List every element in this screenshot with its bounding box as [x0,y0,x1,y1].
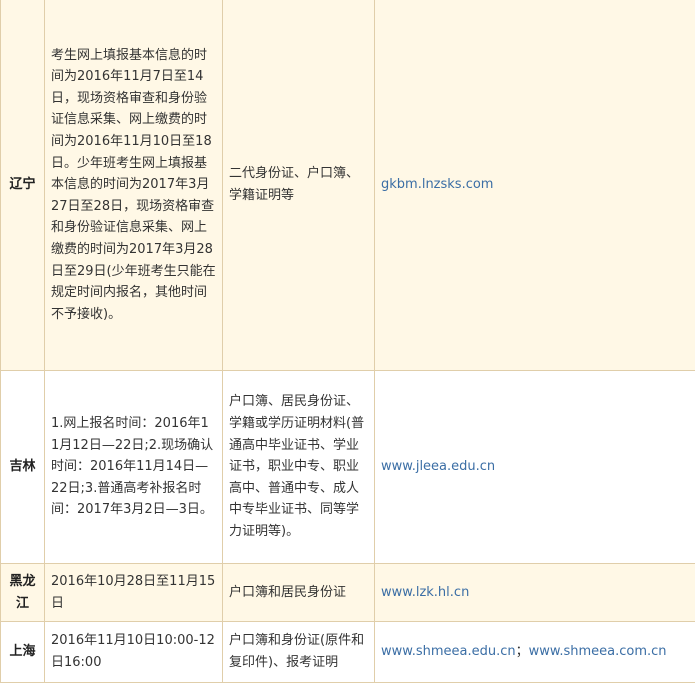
province-cell: 吉林 [0,370,45,564]
website-link[interactable]: www.lzk.hl.cn [381,585,469,600]
registration-time-cell: 2016年10月28日至11月15日 [44,563,223,622]
registration-time-cell: 1.网上报名时间：2016年11月12日—22日;2.现场确认时间：2016年1… [44,370,223,564]
website-cell: www.shmeea.edu.cn；www.shmeea.com.cn [374,621,695,683]
registration-time-cell: 2016年11月10日10:00-12日16:00 [44,621,223,683]
website-link[interactable]: www.shmeea.edu.cn [381,644,516,659]
website-link[interactable]: gkbm.lnzsks.com [381,177,493,192]
table-row: 吉林 1.网上报名时间：2016年11月12日—22日;2.现场确认时间：201… [0,370,695,564]
required-documents-cell: 户口簿和身份证(原件和复印件)、报考证明 [222,621,375,683]
website-cell: www.jleea.edu.cn [374,370,695,564]
required-documents-cell: 户口簿、居民身份证、学籍或学历证明材料(普通高中毕业证书、学业证书，职业中专、职… [222,370,375,564]
province-cell: 上海 [0,621,45,683]
province-cell: 黑龙江 [0,563,45,622]
table-row: 辽宁 考生网上填报基本信息的时间为2016年11月7日至14日，现场资格审查和身… [0,0,695,371]
registration-table: 辽宁 考生网上填报基本信息的时间为2016年11月7日至14日，现场资格审查和身… [0,0,695,683]
required-documents-cell: 二代身份证、户口簿、学籍证明等 [222,0,375,371]
website-cell: gkbm.lnzsks.com [374,0,695,371]
website-link[interactable]: www.jleea.edu.cn [381,459,495,474]
website-link[interactable]: www.shmeea.com.cn [529,644,667,659]
province-cell: 辽宁 [0,0,45,371]
table-row: 上海 2016年11月10日10:00-12日16:00 户口簿和身份证(原件和… [0,621,695,683]
required-documents-cell: 户口簿和居民身份证 [222,563,375,622]
link-separator: ； [515,644,529,660]
table-row: 黑龙江 2016年10月28日至11月15日 户口簿和居民身份证 www.lzk… [0,563,695,622]
registration-time-cell: 考生网上填报基本信息的时间为2016年11月7日至14日，现场资格审查和身份验证… [44,0,223,371]
website-cell: www.lzk.hl.cn [374,563,695,622]
